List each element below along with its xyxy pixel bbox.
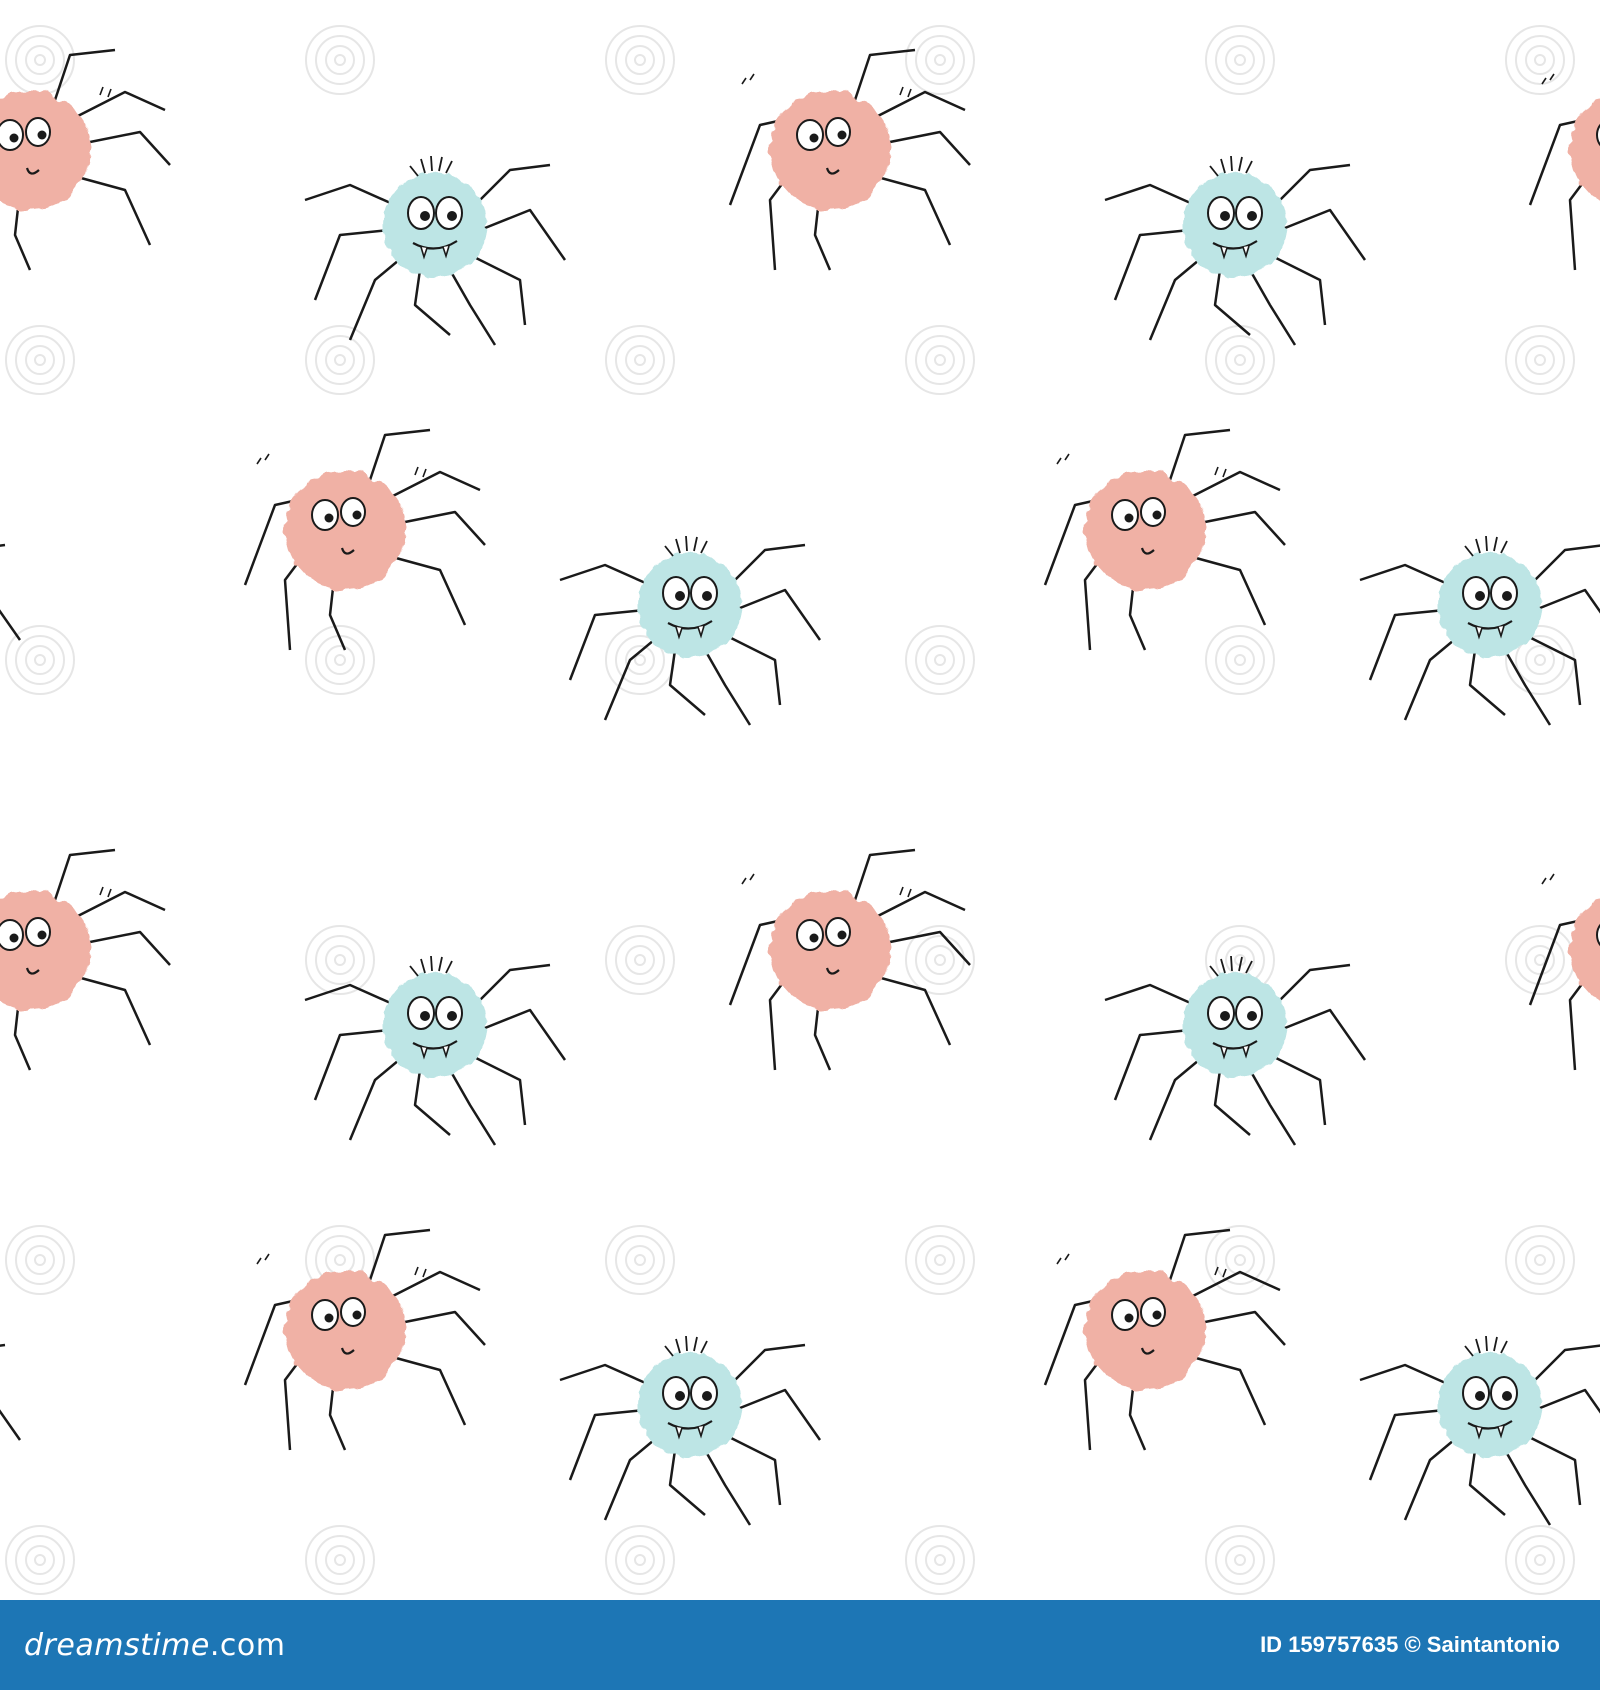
watermark-swirl-icon bbox=[905, 25, 975, 95]
watermark-swirl-icon bbox=[905, 1225, 975, 1295]
watermark-swirl-icon bbox=[1505, 925, 1575, 995]
watermark-swirl-icon bbox=[1505, 1525, 1575, 1595]
logo-main-text: dreamstime bbox=[24, 1627, 210, 1663]
pink-spider-icon bbox=[1043, 1228, 1286, 1451]
footer-bar: dreamstime.com ID 159757635 © Saintanton… bbox=[0, 1600, 1600, 1690]
watermark-swirl-icon bbox=[305, 1525, 375, 1595]
watermark-swirl-icon bbox=[1505, 325, 1575, 395]
watermark-swirl-icon bbox=[1205, 625, 1275, 695]
watermark-swirl-icon bbox=[905, 625, 975, 695]
blue-spider-icon bbox=[0, 1343, 22, 1441]
watermark-swirl-icon bbox=[5, 1525, 75, 1595]
pink-spider-icon bbox=[243, 428, 486, 651]
pink-spider-icon bbox=[1043, 428, 1286, 651]
dreamstime-logo[interactable]: dreamstime.com bbox=[24, 1628, 285, 1663]
watermark-swirl-icon bbox=[5, 1225, 75, 1295]
watermark-swirl-icon bbox=[5, 25, 75, 95]
blue-spider-icon bbox=[559, 1335, 822, 1526]
blue-spider-icon bbox=[559, 535, 822, 726]
blue-spider-icon bbox=[1104, 955, 1367, 1146]
watermark-swirl-icon bbox=[605, 25, 675, 95]
blue-spider-icon bbox=[304, 155, 567, 346]
watermark-swirl-icon bbox=[305, 925, 375, 995]
logo-suffix-text: .com bbox=[209, 1627, 286, 1663]
watermark-swirl-icon bbox=[305, 325, 375, 395]
watermark-swirl-icon bbox=[605, 1525, 675, 1595]
image-credit: ID 159757635 © Saintantonio bbox=[1260, 1632, 1560, 1658]
watermark-swirl-icon bbox=[1205, 1525, 1275, 1595]
watermark-swirl-icon bbox=[1505, 25, 1575, 95]
spider-pattern bbox=[0, 25, 1600, 1595]
blue-spider-icon bbox=[1359, 1335, 1600, 1526]
watermark-swirl-icon bbox=[605, 325, 675, 395]
watermark-swirl-icon bbox=[5, 325, 75, 395]
watermark-swirl-icon bbox=[1205, 325, 1275, 395]
pink-spider-icon bbox=[243, 1228, 486, 1451]
watermark-swirl-icon bbox=[605, 925, 675, 995]
author-name: Saintantonio bbox=[1426, 1632, 1560, 1657]
id-value: 159757635 bbox=[1288, 1632, 1399, 1657]
watermark-swirl-icon bbox=[305, 25, 375, 95]
watermark-swirl-icon bbox=[1205, 25, 1275, 95]
blue-spider-icon bbox=[1104, 155, 1367, 346]
pink-spider-icon bbox=[0, 848, 171, 1071]
copyright-symbol: © bbox=[1404, 1632, 1421, 1657]
watermark-swirl-icon bbox=[1505, 1225, 1575, 1295]
id-label: ID bbox=[1260, 1632, 1283, 1657]
watermark-swirl-icon bbox=[905, 1525, 975, 1595]
watermark-swirl-icon bbox=[905, 325, 975, 395]
watermark-swirl-icon bbox=[605, 1225, 675, 1295]
blue-spider-icon bbox=[1359, 535, 1600, 726]
watermark-layer bbox=[5, 25, 1575, 1595]
blue-spider-icon bbox=[0, 543, 22, 641]
pink-spider-icon bbox=[0, 48, 171, 271]
spiders-layer bbox=[0, 48, 1600, 1526]
